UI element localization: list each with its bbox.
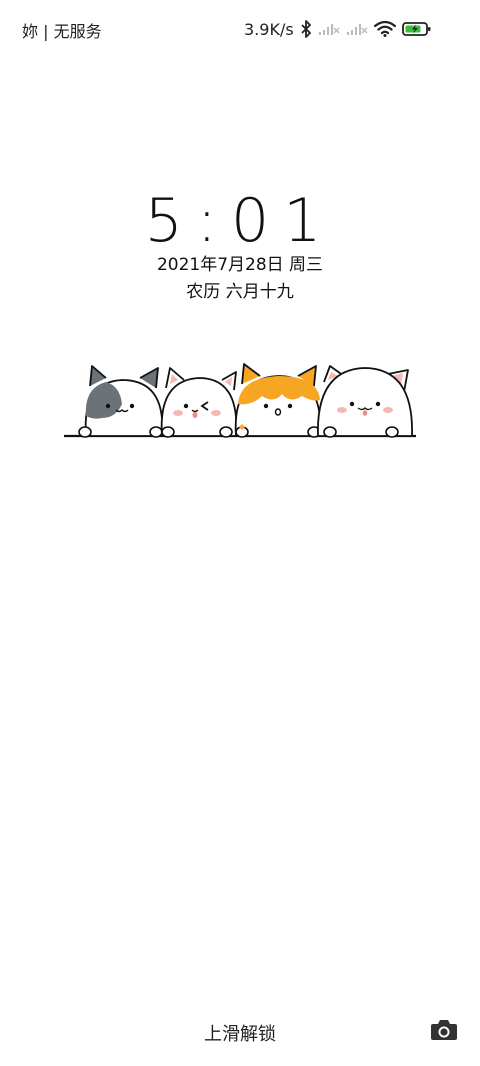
lockscreen-date: 2021年7月28日 周三 [156,255,324,275]
lockscreen-clock: 5:01 [144,186,336,256]
cat-white-wink-illustration [160,367,238,438]
net-speed: 3.9K/s [244,19,294,39]
status-icons: 3.9K/s [244,18,432,40]
signal-no-service-icon [318,24,340,35]
status-bar: 妳 | 无服务 3.9K/s [0,0,480,56]
camera-button[interactable] [430,1018,458,1042]
camera-icon [431,1020,457,1040]
cats-wallpaper-illustration [64,363,416,438]
lockscreen-lunar-date: 农历 六月十九 [186,282,294,302]
swipe-up-unlock-hint[interactable]: 上滑解锁 [0,1020,480,1046]
carrier-text: 妳 | 无服务 [22,22,102,41]
cat-grey-illustration [78,365,164,438]
cat-white-big-illustration [317,365,413,438]
battery-charging-icon [401,22,431,36]
bluetooth-icon [301,20,311,38]
signal-no-service-icon [346,24,368,35]
wifi-icon [373,21,396,37]
cat-orange-illustration [234,363,322,438]
